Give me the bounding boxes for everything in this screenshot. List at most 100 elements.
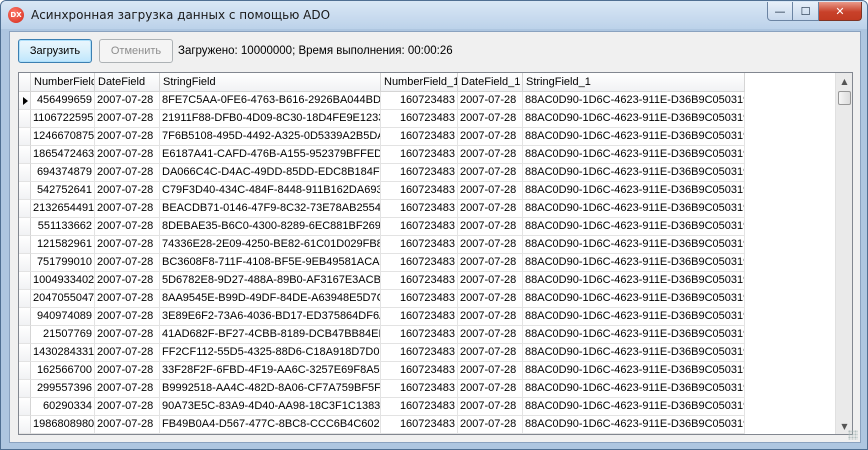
table-cell[interactable]: 2007-07-28 xyxy=(95,92,160,110)
row-indicator[interactable] xyxy=(19,254,31,272)
table-cell[interactable]: 2007-07-28 xyxy=(95,308,160,326)
table-cell[interactable]: 88AC0D90-1D6C-4623-911E-D36B9C050319 xyxy=(523,218,745,236)
table-cell[interactable]: 88AC0D90-1D6C-4623-911E-D36B9C050319 xyxy=(523,398,745,416)
table-cell[interactable]: 1430284331 xyxy=(31,344,95,362)
row-indicator[interactable] xyxy=(19,380,31,398)
table-row[interactable]: 542752641 2007-07-28 C79F3D40-434C-484F-84… xyxy=(19,182,745,200)
table-row[interactable]: 21507769 2007-07-28 41AD682F-BF27-4CBB-818… xyxy=(19,326,745,344)
table-cell[interactable]: 33F28F2F-6FBD-4F19-AA6C-3257E69F8A5E xyxy=(160,362,381,380)
table-cell[interactable]: 2007-07-28 xyxy=(458,326,523,344)
row-indicator[interactable] xyxy=(19,290,31,308)
table-row[interactable]: 1004933402 2007-07-28 5D6782E8-9D27-488A-8… xyxy=(19,272,745,290)
row-indicator[interactable] xyxy=(19,416,31,434)
table-cell[interactable]: 2007-07-28 xyxy=(458,380,523,398)
table-row[interactable]: 2047055047 2007-07-28 8AA9545E-B99D-49DF-8… xyxy=(19,290,745,308)
table-cell[interactable]: 160723483 xyxy=(381,344,458,362)
table-cell[interactable]: 2007-07-28 xyxy=(458,398,523,416)
row-indicator[interactable] xyxy=(19,200,31,218)
table-cell[interactable]: 2007-07-28 xyxy=(458,200,523,218)
table-row[interactable]: 751799010 2007-07-28 BC3608F8-711F-4108-BF… xyxy=(19,254,745,272)
table-cell[interactable]: 694374879 xyxy=(31,164,95,182)
table-cell[interactable]: 2007-07-28 xyxy=(458,308,523,326)
table-cell[interactable]: 8AA9545E-B99D-49DF-84DE-A63948E5D7C8 xyxy=(160,290,381,308)
table-cell[interactable]: 542752641 xyxy=(31,182,95,200)
table-cell[interactable]: 2007-07-28 xyxy=(95,290,160,308)
table-cell[interactable]: 21507769 xyxy=(31,326,95,344)
table-cell[interactable]: 2007-07-28 xyxy=(458,146,523,164)
table-cell[interactable]: 88AC0D90-1D6C-4623-911E-D36B9C050319 xyxy=(523,146,745,164)
column-header[interactable]: NumberField_1 xyxy=(381,73,458,92)
table-cell[interactable]: 2132654491 xyxy=(31,200,95,218)
row-indicator[interactable] xyxy=(19,218,31,236)
table-cell[interactable]: 940974089 xyxy=(31,308,95,326)
table-cell[interactable]: 88AC0D90-1D6C-4623-911E-D36B9C050319 xyxy=(523,128,745,146)
table-cell[interactable]: 2007-07-28 xyxy=(458,362,523,380)
table-cell[interactable]: 2007-07-28 xyxy=(95,110,160,128)
table-row[interactable]: 2132654491 2007-07-28 BEACDB71-0146-47F9-8… xyxy=(19,200,745,218)
table-cell[interactable]: 160723483 xyxy=(381,110,458,128)
table-row[interactable]: 162566700 2007-07-28 33F28F2F-6FBD-4F19-AA… xyxy=(19,362,745,380)
column-header[interactable]: DateField_1 xyxy=(458,73,523,92)
scroll-thumb[interactable] xyxy=(838,91,851,105)
table-cell[interactable]: 88AC0D90-1D6C-4623-911E-D36B9C050319 xyxy=(523,344,745,362)
column-header[interactable]: NumberField xyxy=(31,73,95,92)
table-cell[interactable]: 2007-07-28 xyxy=(95,236,160,254)
table-cell[interactable]: 88AC0D90-1D6C-4623-911E-D36B9C050319 xyxy=(523,164,745,182)
table-cell[interactable]: 2007-07-28 xyxy=(95,416,160,434)
table-cell[interactable]: 1004933402 xyxy=(31,272,95,290)
maximize-button[interactable]: ☐ xyxy=(793,2,819,21)
table-cell[interactable]: 2007-07-28 xyxy=(95,182,160,200)
table-cell[interactable]: 2007-07-28 xyxy=(458,272,523,290)
data-grid[interactable]: NumberField DateField StringField NumberFie… xyxy=(18,72,853,435)
table-cell[interactable]: 88AC0D90-1D6C-4623-911E-D36B9C050319 xyxy=(523,308,745,326)
table-cell[interactable]: 2007-07-28 xyxy=(458,92,523,110)
table-cell[interactable]: 60290334 xyxy=(31,398,95,416)
table-cell[interactable]: 160723483 xyxy=(381,272,458,290)
table-cell[interactable]: 2007-07-28 xyxy=(95,254,160,272)
table-cell[interactable]: 2007-07-28 xyxy=(458,236,523,254)
row-indicator[interactable] xyxy=(19,398,31,416)
table-cell[interactable]: 88AC0D90-1D6C-4623-911E-D36B9C050319 xyxy=(523,254,745,272)
table-cell[interactable]: 456499659 xyxy=(31,92,95,110)
table-cell[interactable]: 2007-07-28 xyxy=(95,398,160,416)
table-cell[interactable]: 121582961 xyxy=(31,236,95,254)
vertical-scrollbar[interactable]: ▲ ▼ xyxy=(835,73,852,434)
table-cell[interactable]: 160723483 xyxy=(381,254,458,272)
title-bar[interactable]: DX Асинхронная загрузка данных с помощью… xyxy=(1,1,867,29)
table-cell[interactable]: 74336E28-2E09-4250-BE82-61C01D029FB8 xyxy=(160,236,381,254)
table-row[interactable]: 121582961 2007-07-28 74336E28-2E09-4250-BE… xyxy=(19,236,745,254)
table-row[interactable]: 1986808980 2007-07-28 FB49B0A4-D567-477C-8… xyxy=(19,416,745,434)
table-cell[interactable]: 2007-07-28 xyxy=(458,218,523,236)
table-cell[interactable]: 2047055047 xyxy=(31,290,95,308)
table-cell[interactable]: FB49B0A4-D567-477C-8BC8-CCC6B4C602ED xyxy=(160,416,381,434)
table-cell[interactable]: FF2CF112-55D5-4325-88D6-C18A918D7D0C xyxy=(160,344,381,362)
table-cell[interactable]: 41AD682F-BF27-4CBB-8189-DCB47BB84EEE xyxy=(160,326,381,344)
table-cell[interactable]: 160723483 xyxy=(381,128,458,146)
table-cell[interactable]: 8DEBAE35-B6C0-4300-8289-6EC881BF2694 xyxy=(160,218,381,236)
table-cell[interactable]: 160723483 xyxy=(381,236,458,254)
table-cell[interactable]: 1865472463 xyxy=(31,146,95,164)
load-button[interactable]: Загрузить xyxy=(18,39,92,63)
table-cell[interactable]: DA066C4C-D4AC-49DD-85DD-EDC8B184F69 xyxy=(160,164,381,182)
table-cell[interactable]: 2007-07-28 xyxy=(458,182,523,200)
table-cell[interactable]: 160723483 xyxy=(381,164,458,182)
table-cell[interactable]: 2007-07-28 xyxy=(95,326,160,344)
table-cell[interactable]: 2007-07-28 xyxy=(95,272,160,290)
table-cell[interactable]: 160723483 xyxy=(381,146,458,164)
column-header[interactable]: StringField xyxy=(160,73,381,92)
row-indicator[interactable] xyxy=(19,92,31,110)
row-indicator[interactable] xyxy=(19,326,31,344)
table-cell[interactable]: 21911F88-DFB0-4D09-8C30-18D4FE9E1233 xyxy=(160,110,381,128)
resize-grip-icon[interactable] xyxy=(848,430,858,440)
table-cell[interactable]: 88AC0D90-1D6C-4623-911E-D36B9C050319 xyxy=(523,290,745,308)
table-cell[interactable]: 88AC0D90-1D6C-4623-911E-D36B9C050319 xyxy=(523,182,745,200)
table-cell[interactable]: 2007-07-28 xyxy=(458,164,523,182)
table-cell[interactable]: 2007-07-28 xyxy=(95,344,160,362)
table-cell[interactable]: 2007-07-28 xyxy=(458,416,523,434)
table-cell[interactable]: 160723483 xyxy=(381,380,458,398)
table-cell[interactable]: 88AC0D90-1D6C-4623-911E-D36B9C050319 xyxy=(523,326,745,344)
table-cell[interactable]: 88AC0D90-1D6C-4623-911E-D36B9C050319 xyxy=(523,362,745,380)
row-indicator[interactable] xyxy=(19,182,31,200)
table-row[interactable]: 1246670875 2007-07-28 7F6B5108-495D-4492-A… xyxy=(19,128,745,146)
table-cell[interactable]: 88AC0D90-1D6C-4623-911E-D36B9C050319 xyxy=(523,200,745,218)
